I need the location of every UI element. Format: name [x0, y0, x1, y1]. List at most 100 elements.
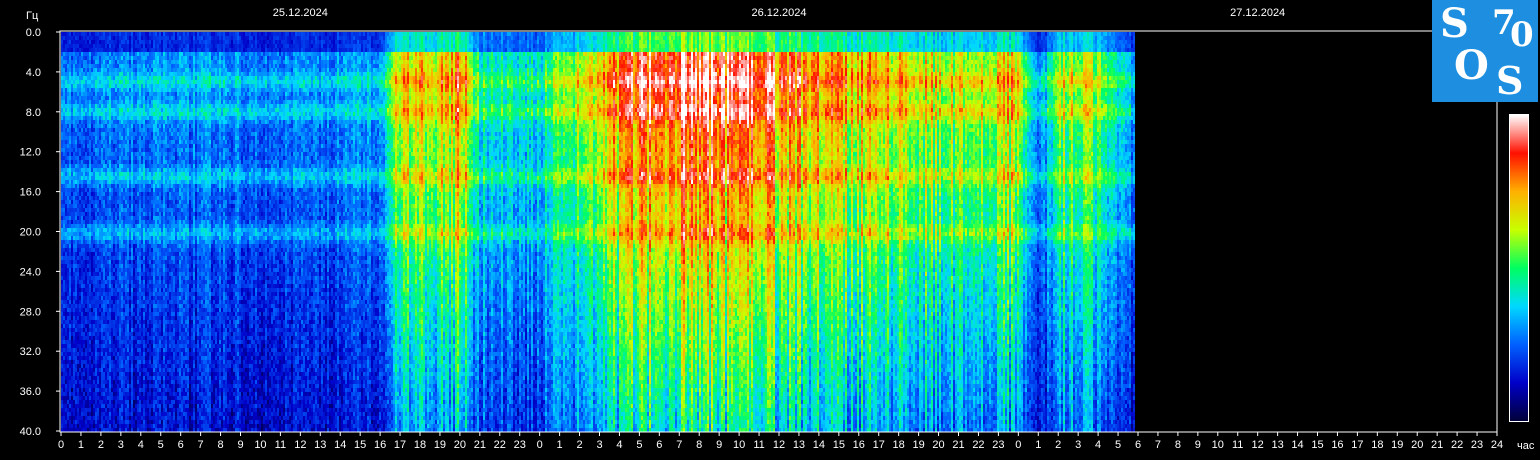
heatmap-cell	[141, 200, 143, 204]
heatmap-cell	[81, 408, 83, 412]
heatmap-cell	[93, 36, 95, 40]
heatmap-cell	[97, 160, 99, 164]
heatmap-cell	[143, 328, 145, 332]
heatmap-cell	[159, 316, 161, 320]
heatmap-cell	[81, 244, 83, 248]
heatmap-cell	[159, 240, 161, 244]
heatmap-cell	[139, 56, 141, 60]
heatmap-cell	[63, 312, 65, 316]
heatmap-cell	[103, 168, 105, 172]
heatmap-cell	[87, 188, 89, 192]
heatmap-cell	[69, 328, 71, 332]
heatmap-cell	[149, 292, 151, 296]
heatmap-cell	[133, 48, 135, 52]
heatmap-cell	[115, 388, 117, 392]
heatmap-cell	[143, 140, 145, 144]
heatmap-cell	[125, 96, 127, 100]
heatmap-cell	[141, 196, 143, 200]
heatmap-cell	[73, 424, 75, 428]
heatmap-cell	[65, 392, 67, 396]
heatmap-cell	[123, 168, 125, 172]
heatmap-cell	[91, 92, 93, 96]
heatmap-cell	[125, 368, 127, 372]
heatmap-cell	[81, 36, 83, 40]
heatmap-cell	[81, 204, 83, 208]
heatmap-cell	[141, 368, 143, 372]
heatmap-cell	[71, 32, 73, 36]
heatmap-cell	[121, 140, 123, 144]
heatmap-cell	[157, 252, 159, 256]
heatmap-cell	[141, 316, 143, 320]
heatmap-cell	[113, 416, 115, 420]
heatmap-cell	[63, 328, 65, 332]
heatmap-cell	[71, 216, 73, 220]
heatmap-cell	[125, 312, 127, 316]
heatmap-cell	[135, 428, 137, 432]
heatmap-cell	[65, 156, 67, 160]
heatmap-cell	[95, 64, 97, 68]
heatmap-cell	[73, 300, 75, 304]
heatmap-cell	[109, 224, 111, 228]
heatmap-cell	[107, 260, 109, 264]
heatmap-cell	[79, 172, 81, 176]
heatmap-cell	[159, 72, 161, 76]
heatmap-cell	[91, 120, 93, 124]
heatmap-cell	[105, 68, 107, 72]
heatmap-cell	[69, 32, 71, 36]
heatmap-cell	[91, 364, 93, 368]
heatmap-cell	[103, 112, 105, 116]
heatmap-cell	[119, 52, 121, 56]
heatmap-cell	[113, 380, 115, 384]
heatmap-cell	[85, 400, 87, 404]
heatmap-cell	[127, 152, 129, 156]
heatmap-cell	[137, 380, 139, 384]
heatmap-cell	[71, 104, 73, 108]
heatmap-cell	[109, 36, 111, 40]
heatmap-cell	[115, 292, 117, 296]
heatmap-cell	[83, 340, 85, 344]
heatmap-cell	[113, 116, 115, 120]
heatmap-cell	[135, 36, 137, 40]
heatmap-cell	[113, 424, 115, 428]
heatmap-cell	[71, 384, 73, 388]
heatmap-cell	[79, 260, 81, 264]
heatmap-cell	[109, 344, 111, 348]
heatmap-cell	[89, 328, 91, 332]
heatmap-cell	[67, 264, 69, 268]
heatmap-cell	[79, 200, 81, 204]
heatmap-cell	[115, 332, 117, 336]
heatmap-cell	[105, 32, 107, 36]
heatmap-cell	[111, 308, 113, 312]
heatmap-cell	[119, 124, 121, 128]
heatmap-cell	[79, 348, 81, 352]
heatmap-cell	[117, 84, 119, 88]
heatmap-cell	[113, 284, 115, 288]
heatmap-cell	[133, 388, 135, 392]
heatmap-cell	[109, 92, 111, 96]
heatmap-cell	[149, 40, 151, 44]
heatmap-cell	[127, 92, 129, 96]
heatmap-cell	[129, 408, 131, 412]
heatmap-cell	[143, 112, 145, 116]
heatmap-cell	[143, 400, 145, 404]
heatmap-cell	[141, 120, 143, 124]
heatmap-cell	[153, 160, 155, 164]
heatmap-cell	[155, 88, 157, 92]
heatmap-cell	[139, 176, 141, 180]
heatmap-cell	[149, 164, 151, 168]
heatmap-cell	[73, 288, 75, 292]
heatmap-cell	[101, 40, 103, 44]
heatmap-cell	[79, 244, 81, 248]
heatmap-cell	[155, 384, 157, 388]
heatmap-cell	[91, 76, 93, 80]
heatmap-cell	[149, 108, 151, 112]
heatmap-cell	[67, 152, 69, 156]
heatmap-cell	[119, 224, 121, 228]
heatmap-cell	[147, 344, 149, 348]
heatmap-cell	[95, 176, 97, 180]
heatmap-cell	[155, 404, 157, 408]
heatmap-cell	[119, 188, 121, 192]
heatmap-cell	[67, 204, 69, 208]
heatmap-cell	[147, 156, 149, 160]
heatmap-cell	[143, 76, 145, 80]
